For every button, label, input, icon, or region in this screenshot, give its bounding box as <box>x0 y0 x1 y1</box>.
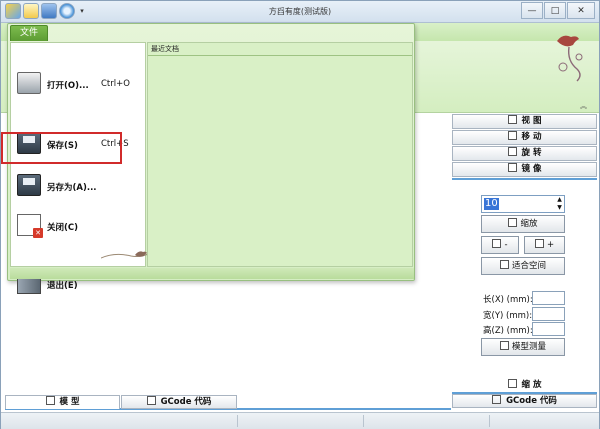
dim-z-label: 高(Z) (mm): <box>483 326 533 336</box>
spin-up-icon[interactable]: ▲ <box>555 196 564 204</box>
gcode-icon <box>146 396 156 405</box>
file-menu-tab[interactable]: 文件 <box>10 25 48 41</box>
menu-item-open[interactable]: 打开(O)... Ctrl+O <box>15 69 143 99</box>
model-tab-icon <box>45 396 55 405</box>
dim-z-row: 高(Z) (mm): <box>483 322 565 336</box>
window-title: 方舀有度(测试版) <box>268 7 332 16</box>
tab-model[interactable]: 模 型 <box>5 395 120 409</box>
right-panel-divider <box>452 178 597 180</box>
dim-y-label: 宽(Y) (mm): <box>483 311 533 321</box>
measure-icon <box>499 341 509 350</box>
status-bar <box>1 412 599 429</box>
save-as-icon <box>17 174 41 196</box>
dim-x-label: 长(X) (mm): <box>483 295 533 305</box>
dim-y-field[interactable] <box>532 307 565 321</box>
close-window-button[interactable]: ✕ <box>567 2 595 19</box>
status-segment-1 <box>1 415 238 427</box>
zoom-out-icon <box>492 239 502 248</box>
recent-documents-header: 最近文档 <box>148 43 412 56</box>
mirror-icon <box>507 163 517 172</box>
title-bar: ▾ 方舀有度(测试版) — □ ✕ <box>1 1 599 23</box>
measure-model-button[interactable]: 模型测量 <box>481 338 565 356</box>
status-segment-2 <box>238 415 364 427</box>
ribbon-collapse-icon[interactable]: ︽ <box>580 101 587 111</box>
menu-item-save-as[interactable]: 另存为(A)... <box>15 171 143 201</box>
dim-y-row: 宽(Y) (mm): <box>483 307 565 321</box>
tab-move[interactable]: 移 动 <box>452 130 597 145</box>
bird-decoration-icon <box>557 35 583 82</box>
scale-spinner[interactable]: ▲ ▼ <box>555 196 564 212</box>
tab-rotate[interactable]: 旋 转 <box>452 146 597 161</box>
tab-scale[interactable]: 缩 放 <box>452 378 597 392</box>
scale-button[interactable]: 缩放 <box>481 215 565 233</box>
scale-tab-icon <box>507 379 517 388</box>
move-arrows-icon <box>507 131 517 140</box>
close-document-icon <box>17 214 43 238</box>
maximize-button[interactable]: □ <box>544 2 566 19</box>
gcode-tab-icon <box>492 395 502 404</box>
zoom-out-button[interactable]: - <box>481 236 519 254</box>
fit-space-icon <box>499 260 509 269</box>
scale-icon <box>508 218 518 227</box>
recent-documents-panel: 最近文档 <box>147 42 413 267</box>
zoom-in-button[interactable]: + <box>524 236 565 254</box>
menu-item-close[interactable]: 关闭(C) <box>15 211 143 241</box>
status-segment-3 <box>364 415 490 427</box>
file-menu-footer <box>10 268 414 279</box>
small-bird-decoration-icon <box>101 251 153 259</box>
spin-down-icon[interactable]: ▼ <box>555 204 564 212</box>
window-controls: — □ ✕ <box>521 2 595 19</box>
tab-mirror[interactable]: 镜 像 <box>452 162 597 177</box>
tab-gcode[interactable]: GCode 代码 <box>121 395 237 409</box>
dim-x-row: 长(X) (mm): <box>483 291 565 305</box>
folder-open-icon <box>17 72 41 94</box>
minimize-button[interactable]: — <box>521 2 543 19</box>
tab-right-gcode[interactable]: GCode 代码 <box>452 394 597 408</box>
scale-value: 10 <box>484 198 499 210</box>
dim-z-field[interactable] <box>532 322 565 336</box>
app-window: ▾ 方舀有度(测试版) — □ ✕ ︽ 视 图 移 动 旋 转 镜 像 10 ▲… <box>0 0 600 429</box>
zoom-in-icon <box>534 239 544 248</box>
save-as-highlight-box <box>1 132 122 164</box>
tab-view[interactable]: 视 图 <box>452 114 597 129</box>
scale-value-input[interactable]: 10 ▲ ▼ <box>481 195 565 213</box>
fit-space-button[interactable]: 适合空间 <box>481 257 565 275</box>
rotate-icon <box>507 147 517 156</box>
view-cube-icon <box>507 115 517 124</box>
dim-x-field[interactable] <box>532 291 565 305</box>
